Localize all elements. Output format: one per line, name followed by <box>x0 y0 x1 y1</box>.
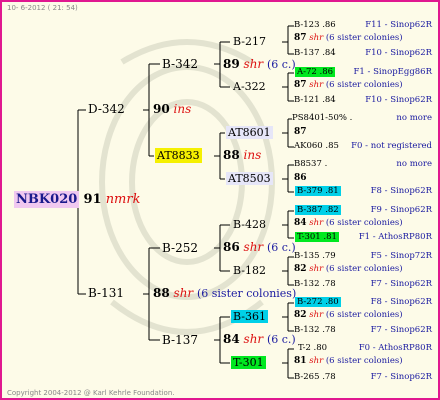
gen3-node[interactable]: AT8503 <box>226 172 273 185</box>
gen4-info: F7 - Sinop62R <box>370 279 432 289</box>
gen4-info: no more <box>396 159 432 169</box>
gen3-name: A-322 <box>233 80 266 93</box>
gen3-name: T-301 <box>231 356 266 369</box>
gen4-node[interactable]: B-132 .78 <box>294 326 336 335</box>
gen4-node[interactable]: B-137 .84 <box>294 49 336 58</box>
gen3-detail: 87 shr (6 sister colonies) <box>294 80 403 90</box>
gen1-breeder: ins <box>173 102 192 116</box>
gen4-info: F7 - Sinop62R <box>370 372 432 382</box>
gen4-info: F7 - Sinop62R <box>370 325 432 335</box>
gen4-info: F0 - AthosRP80R <box>358 343 432 353</box>
gen2-name: B-252 <box>162 241 198 255</box>
gen3-name: AT8503 <box>226 172 273 185</box>
root-breeder: nmrk <box>105 192 141 207</box>
gen3-detail: 81 shr (6 sister colonies) <box>294 356 403 366</box>
gen3-node[interactable]: AT8601 <box>226 126 273 139</box>
gen1-year: 88 <box>153 286 170 300</box>
gen3-name: B-361 <box>231 310 268 323</box>
gen4-node[interactable]: B-132 .78 <box>294 280 336 289</box>
gen4-node[interactable]: T-301 .81 <box>295 232 339 242</box>
gen2-note: (6 c.) <box>266 333 296 346</box>
gen3-detail: 82 shr (6 sister colonies) <box>294 310 403 320</box>
gen2-node[interactable]: B-342 <box>162 58 198 70</box>
gen2-breeder: ins <box>243 148 262 162</box>
gen4-node[interactable]: B-379 .81 <box>295 186 341 196</box>
gen4-node[interactable]: T-2 .80 <box>298 344 327 353</box>
gen2-year: 86 <box>223 240 240 254</box>
gen3-node[interactable]: B-182 <box>233 265 266 276</box>
gen2-year-block: 88 ins <box>223 149 261 161</box>
footer-copyright: Copyright 2004-2012 @ Karl Kehrle Founda… <box>7 389 175 397</box>
gen3-name: AT8601 <box>226 126 273 139</box>
gen3-detail: 87 <box>294 127 307 137</box>
gen4-node[interactable]: B8537 . <box>294 160 327 169</box>
root-year: 91 <box>83 192 102 207</box>
gen1-year-block: 88 shr (6 sister colonies) <box>153 287 296 299</box>
gen3-name: B-217 <box>233 35 266 48</box>
gen4-info: F8 - Sinop62R <box>370 297 432 307</box>
gen4-node[interactable]: AK060 .85 <box>294 142 339 151</box>
gen3-node[interactable]: T-301 <box>231 356 266 369</box>
gen4-info: F9 - Sinop62R <box>370 205 432 215</box>
gen3-node[interactable]: A-322 <box>233 81 266 92</box>
gen2-note: (6 c.) <box>266 58 296 71</box>
gen4-node[interactable]: B-135 .79 <box>294 252 336 261</box>
root-name: NBK020 <box>14 191 80 208</box>
root-node[interactable]: NBK020 91 nmrk <box>14 191 141 208</box>
gen2-node[interactable]: AT8833 <box>155 148 202 163</box>
gen2-year: 89 <box>223 57 240 71</box>
gen4-info: F10 - Sinop62R <box>365 95 432 105</box>
gen3-name: B-182 <box>233 264 266 277</box>
gen2-year-block: 86 shr (6 c.) <box>223 241 296 253</box>
gen4-node[interactable]: B-265 .78 <box>294 373 336 382</box>
gen4-info: F11 - Sinop62R <box>365 20 432 30</box>
gen4-info: F1 - SinopEgg86R <box>353 67 432 77</box>
gen3-node[interactable]: B-361 <box>231 310 268 323</box>
gen4-info: F5 - Sinop72R <box>370 251 432 261</box>
gen1-name: D-342 <box>88 102 125 116</box>
gen4-info: F0 - not registered <box>351 141 432 151</box>
gen2-year-block: 84 shr (6 c.) <box>223 333 296 345</box>
gen4-node[interactable]: B-272 .80 <box>295 297 341 307</box>
gen4-info: F1 - AthosRP80R <box>358 232 432 242</box>
gen1-year-block: 90 ins <box>153 103 191 115</box>
gen4-info: F10 - Sinop62R <box>365 48 432 58</box>
gen1-breeder: shr <box>173 286 194 300</box>
gen1-node[interactable]: D-342 <box>88 103 125 115</box>
pedigree-page: { "header": "10- 6-2012 ( 21: 54)", "foo… <box>0 0 440 400</box>
gen1-node[interactable]: B-131 <box>88 287 124 299</box>
gen2-year: 84 <box>223 332 240 346</box>
gen3-detail: 84 shr (6 sister colonies) <box>294 218 403 228</box>
gen2-note: (6 c.) <box>266 241 296 254</box>
gen4-node[interactable]: B-387 .82 <box>295 205 341 215</box>
gen2-breeder: shr <box>243 332 264 346</box>
gen4-node[interactable]: B-121 .84 <box>294 96 336 105</box>
gen2-node[interactable]: B-252 <box>162 242 198 254</box>
gen2-year: 88 <box>223 148 240 162</box>
gen2-year-block: 89 shr (6 c.) <box>223 58 296 70</box>
gen3-detail: 87 shr (6 sister colonies) <box>294 33 403 43</box>
gen2-name: AT8833 <box>155 148 202 163</box>
gen3-detail: 82 shr (6 sister colonies) <box>294 264 403 274</box>
gen2-breeder: shr <box>243 240 264 254</box>
gen3-name: B-428 <box>233 218 266 231</box>
gen4-node[interactable]: A-72 .86 <box>295 67 336 77</box>
gen4-info: F8 - Sinop62R <box>370 186 432 196</box>
gen3-node[interactable]: B-217 <box>233 36 266 47</box>
gen1-note: (6 sister colonies) <box>196 287 297 300</box>
gen1-name: B-131 <box>88 286 124 300</box>
gen4-node[interactable]: B-123 .86 <box>294 21 336 30</box>
gen1-year: 90 <box>153 102 170 116</box>
gen3-detail: 86 <box>294 173 307 183</box>
gen2-breeder: shr <box>243 57 264 71</box>
gen4-info: no more <box>396 113 432 123</box>
gen2-name: B-137 <box>162 333 198 347</box>
gen3-node[interactable]: B-428 <box>233 219 266 230</box>
gen2-node[interactable]: B-137 <box>162 334 198 346</box>
gen2-name: B-342 <box>162 57 198 71</box>
